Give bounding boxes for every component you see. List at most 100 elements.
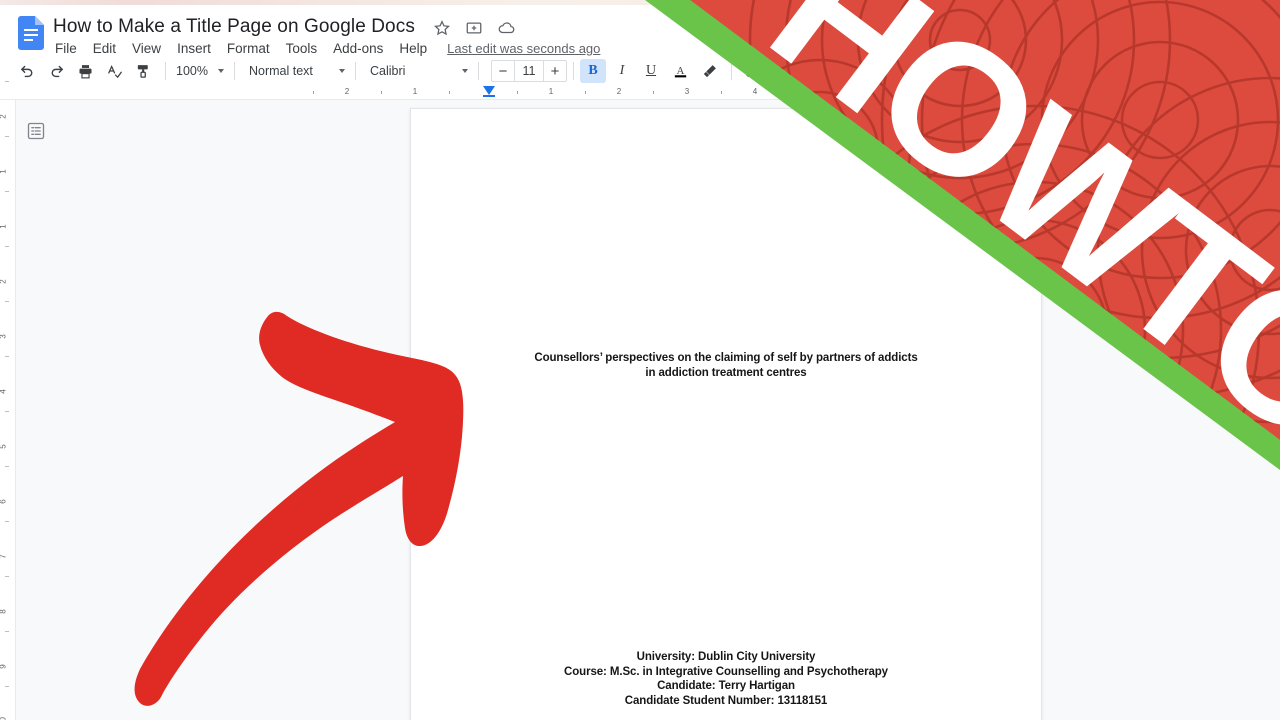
- chevron-down-icon: [339, 69, 345, 73]
- menu-item-help[interactable]: Help: [391, 39, 435, 58]
- font-family-value: Calibri: [370, 64, 406, 78]
- ruler-tick: [993, 91, 994, 94]
- menu-item-format[interactable]: Format: [219, 39, 278, 58]
- paragraph-style-value: Normal text: [249, 64, 313, 78]
- ruler-number: 3: [0, 334, 8, 338]
- ruler-tick: [857, 91, 858, 94]
- print-icon[interactable]: [72, 59, 98, 83]
- ruler-tick: [5, 245, 9, 247]
- footer-line: Course: M.Sc. in Integrative Counselling…: [564, 665, 888, 678]
- last-edit-status[interactable]: Last edit was seconds ago: [447, 41, 600, 56]
- toolbar-divider: [478, 62, 479, 80]
- document-page[interactable]: Counsellors’ perspectives on the claimin…: [410, 108, 1042, 720]
- ruler-tick: [585, 91, 586, 94]
- footer-line: University: Dublin City University: [636, 651, 816, 663]
- ruler-tick: [789, 91, 790, 94]
- italic-button[interactable]: I: [609, 59, 635, 83]
- text-color-icon[interactable]: A: [667, 59, 693, 83]
- ruler-tick: [1061, 91, 1062, 94]
- ruler-tick: [5, 685, 9, 687]
- font-size-decrease-button[interactable]: −: [492, 61, 514, 81]
- document-canvas: Counsellors’ perspectives on the claimin…: [16, 100, 1280, 720]
- google-docs-window: How to Make a Title Page on Google Docs: [0, 0, 1280, 720]
- menu-item-file[interactable]: File: [53, 39, 85, 58]
- formatting-toolbar: 100% Normal text Calibri − 11 + B I U A: [0, 57, 1280, 85]
- ruler-number: 4: [752, 87, 758, 96]
- redo-icon[interactable]: [43, 59, 69, 83]
- ruler-number: 7: [0, 554, 8, 558]
- indent-marker-bar: [483, 95, 495, 97]
- insert-image-icon[interactable]: [796, 59, 830, 83]
- title-line: in addiction treatment centres: [645, 366, 807, 379]
- ruler-tick: [1129, 91, 1130, 94]
- indent-marker-icon[interactable]: [483, 86, 495, 95]
- ruler-number: 8: [0, 609, 8, 613]
- ruler-tick: [5, 575, 9, 577]
- ruler-tick: [5, 135, 9, 137]
- align-left-icon[interactable]: [846, 59, 872, 83]
- zoom-level-select[interactable]: 100%: [172, 59, 228, 83]
- insert-link-icon[interactable]: [738, 59, 764, 83]
- underline-label: U: [645, 63, 657, 78]
- ruler-tick: [5, 80, 9, 82]
- italic-label: I: [619, 63, 625, 78]
- ruler-number: 5: [0, 444, 8, 448]
- horizontal-ruler[interactable]: 2 1 1 2 3 4 5 6 7 8 9: [0, 85, 1280, 100]
- toolbar-divider: [165, 62, 166, 80]
- highlight-pen-icon[interactable]: [696, 59, 722, 83]
- ruler-number: 1: [0, 224, 8, 228]
- align-justify-icon[interactable]: [933, 59, 959, 83]
- chevron-down-icon: [820, 69, 826, 73]
- footer-line: Candidate Student Number: 13118151: [624, 694, 828, 707]
- ruler-number: 9: [1092, 87, 1098, 96]
- menu-item-view[interactable]: View: [124, 39, 169, 58]
- font-size-increase-button[interactable]: +: [544, 61, 566, 81]
- vertical-ruler[interactable]: 2112345678910: [0, 80, 16, 720]
- font-size-value[interactable]: 11: [514, 61, 544, 81]
- paint-format-icon[interactable]: [130, 59, 156, 83]
- menu-item-edit[interactable]: Edit: [85, 39, 124, 58]
- align-center-icon[interactable]: [875, 59, 901, 83]
- font-size-stepper: − 11 +: [491, 60, 567, 82]
- ruler-number: 1: [412, 87, 418, 96]
- ruler-number: 2: [0, 114, 8, 118]
- ruler-number: 9: [0, 664, 8, 668]
- page-title[interactable]: How to Make a Title Page on Google Docs: [53, 16, 415, 38]
- chevron-down-icon: [218, 69, 224, 73]
- star-icon[interactable]: [433, 19, 451, 37]
- toolbar-divider: [839, 62, 840, 80]
- cloud-saved-icon[interactable]: [497, 19, 515, 37]
- menu-item-insert[interactable]: Insert: [169, 39, 219, 58]
- ruler-number: 6: [888, 87, 894, 96]
- ruler-number: 4: [0, 389, 8, 393]
- document-footer-paragraph: University: Dublin City University Cours…: [411, 650, 1041, 708]
- menu-bar: File Edit View Insert Format Tools Add-o…: [53, 39, 600, 58]
- undo-icon[interactable]: [14, 59, 40, 83]
- ruler-tick: [313, 91, 314, 94]
- ruler-number: 2: [344, 87, 350, 96]
- align-right-icon[interactable]: [904, 59, 930, 83]
- underline-button[interactable]: U: [638, 59, 664, 83]
- add-comment-icon[interactable]: [767, 59, 793, 83]
- font-family-select[interactable]: Calibri: [366, 59, 472, 83]
- ruler-number: 1: [548, 87, 554, 96]
- toolbar-divider: [234, 62, 235, 80]
- ruler-tick: [5, 355, 9, 357]
- chevron-down-icon: [462, 69, 468, 73]
- bold-button[interactable]: B: [580, 59, 606, 83]
- document-outline-icon[interactable]: [23, 118, 49, 144]
- ruler-tick: [653, 91, 654, 94]
- paragraph-style-select[interactable]: Normal text: [245, 59, 349, 83]
- ruler-number: 8: [1024, 87, 1030, 96]
- svg-text:A: A: [676, 66, 684, 77]
- toolbar-divider: [573, 62, 574, 80]
- document-title-paragraph: Counsellors’ perspectives on the claimin…: [411, 351, 1041, 380]
- toolbar-divider: [731, 62, 732, 80]
- move-to-folder-icon[interactable]: [465, 19, 483, 37]
- menu-item-add-ons[interactable]: Add-ons: [325, 39, 391, 58]
- spellcheck-icon[interactable]: [101, 59, 127, 83]
- google-docs-icon[interactable]: [18, 16, 44, 50]
- ruler-tick: [5, 465, 9, 467]
- menu-item-tools[interactable]: Tools: [278, 39, 326, 58]
- ruler-tick: [5, 190, 9, 192]
